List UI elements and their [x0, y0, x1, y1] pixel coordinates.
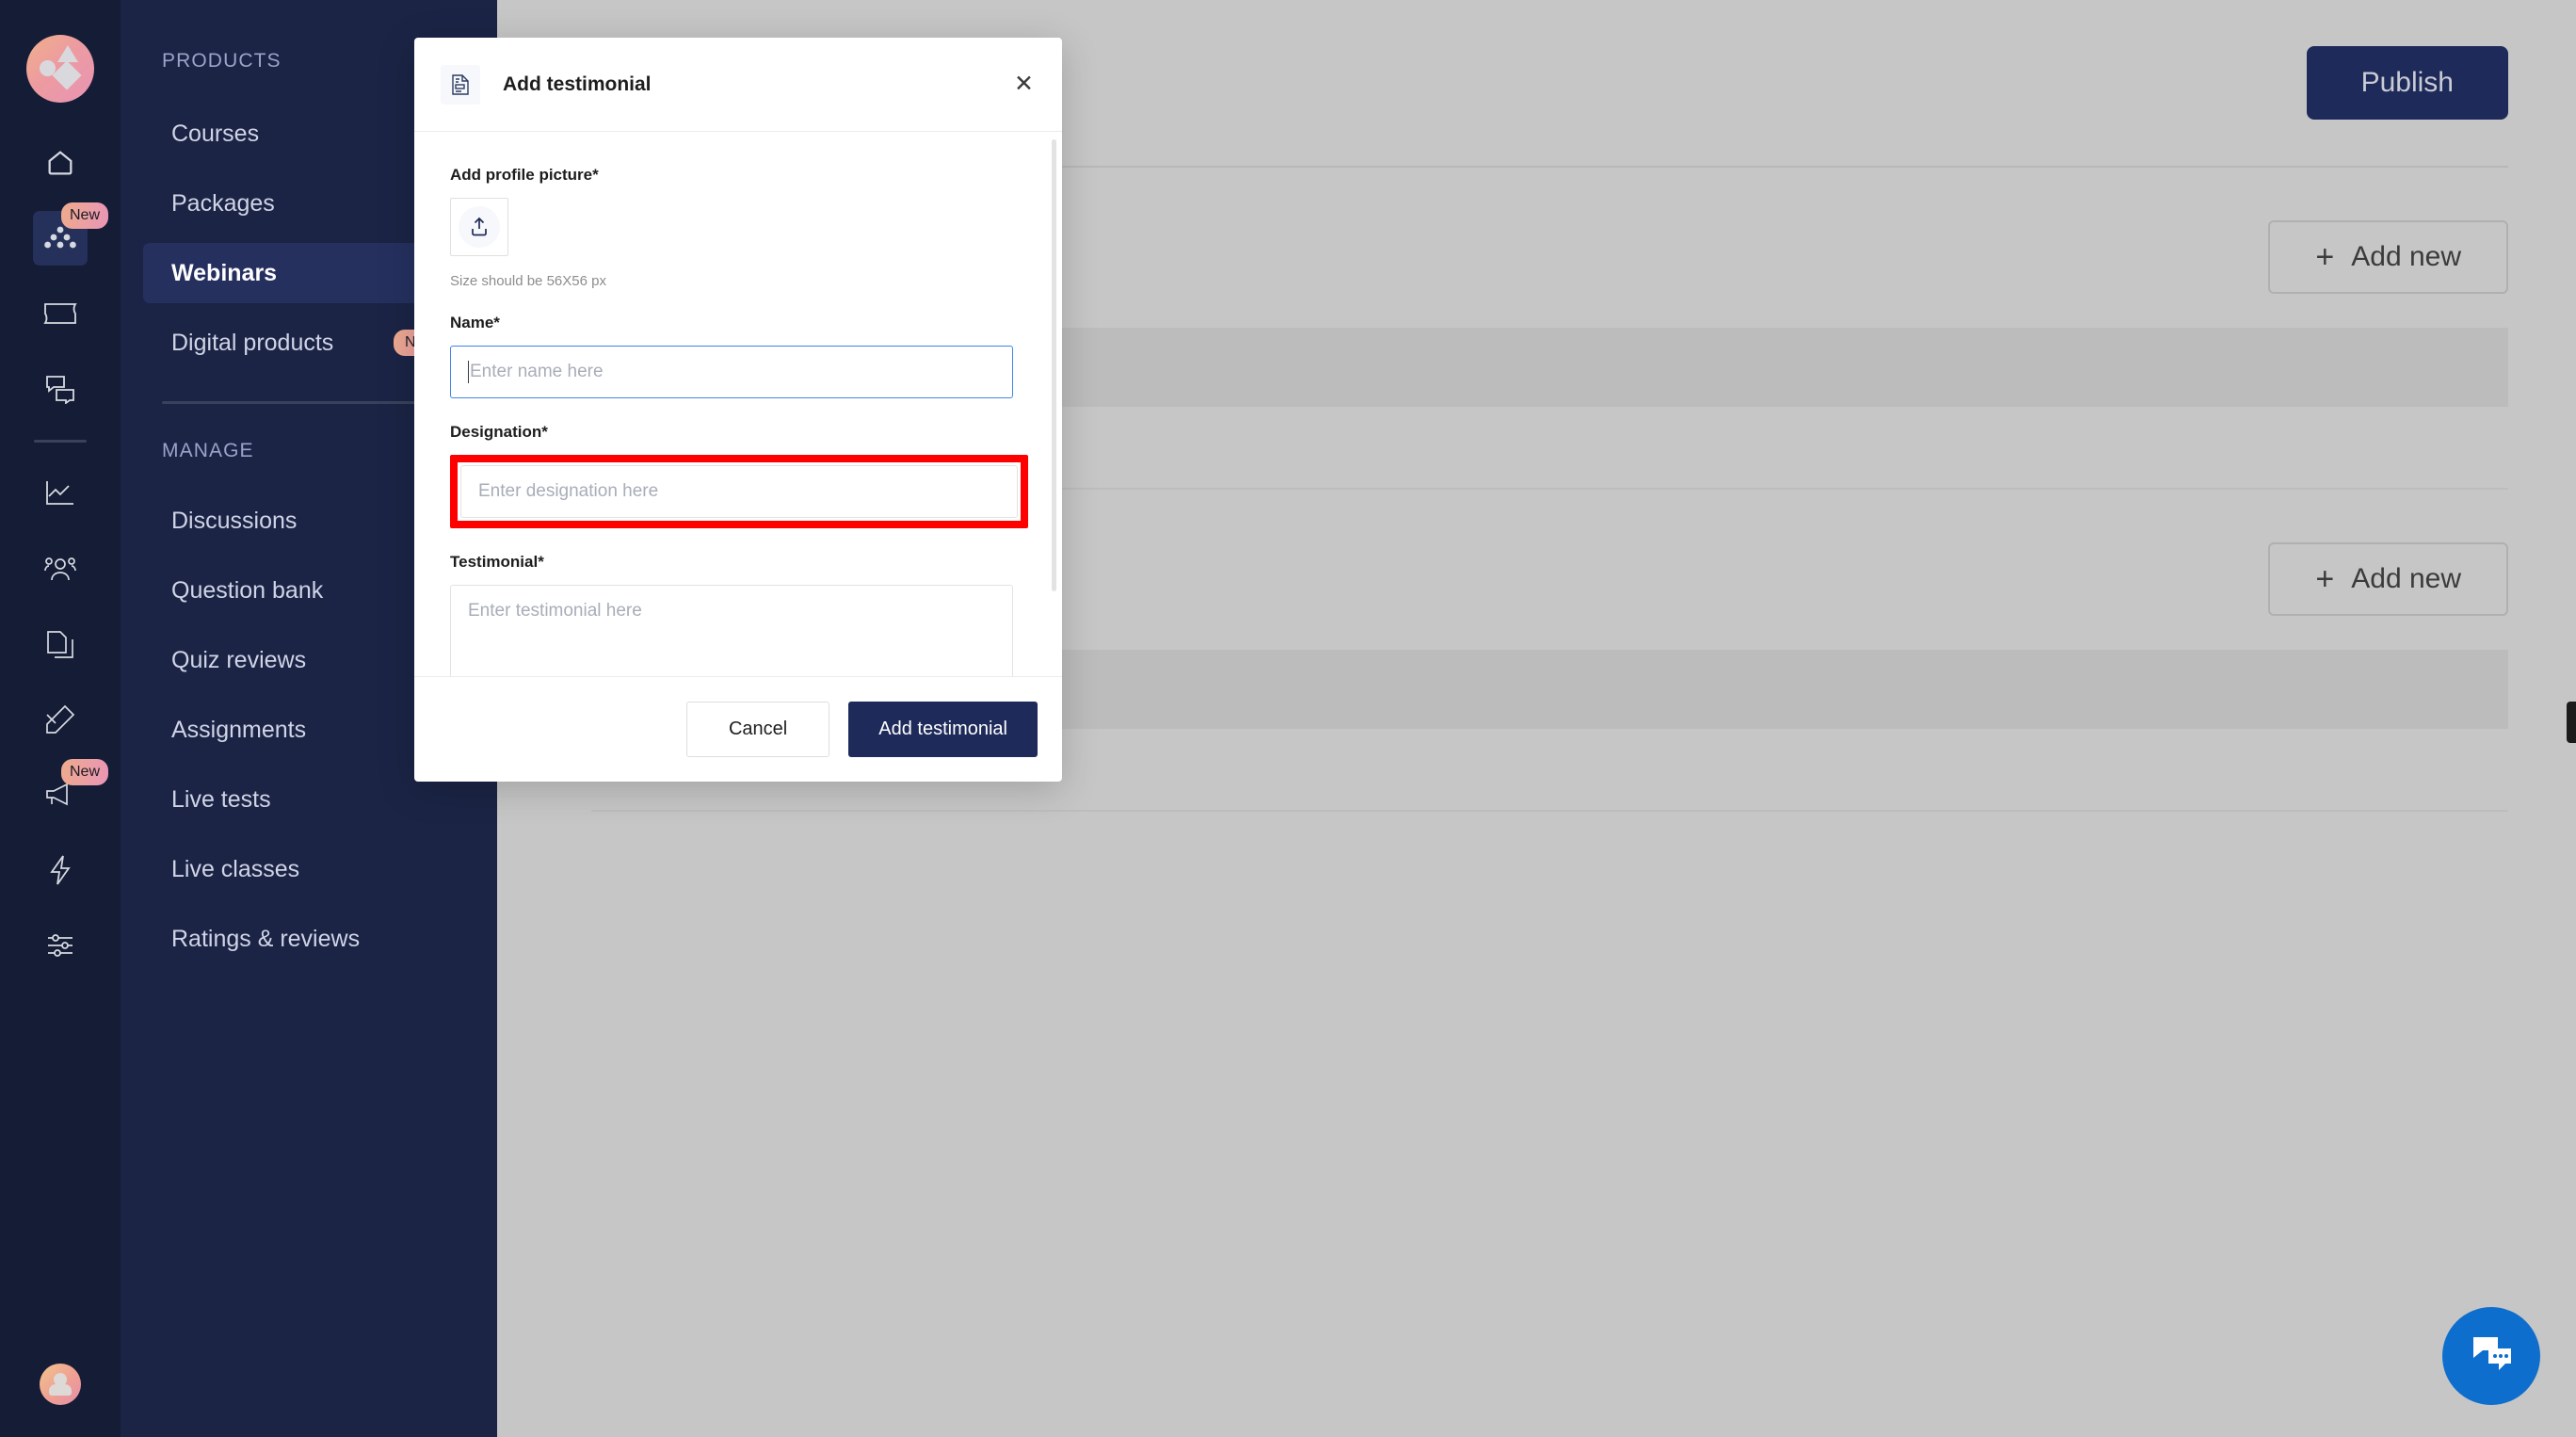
name-label: Name* — [450, 314, 500, 331]
modal-layer: Add testimonial ✕ Add profile picture* S… — [0, 0, 2576, 1437]
designation-label: Designation* — [450, 423, 548, 441]
field-profile-picture: Add profile picture* Size should be 56X5… — [450, 166, 1026, 289]
profile-picture-label: Add profile picture* — [450, 166, 599, 184]
app-root: New New PRODUCTS Courses Packages Webina… — [0, 0, 2576, 1437]
dialog-footer: Cancel Add testimonial — [414, 676, 1062, 782]
field-name: Name* Enter name here — [450, 314, 1026, 398]
testimonial-label: Testimonial* — [450, 553, 544, 571]
testimonial-textarea[interactable]: Enter testimonial here — [450, 585, 1013, 676]
dialog-title: Add testimonial — [503, 73, 652, 95]
designation-input[interactable]: Enter designation here — [460, 465, 1018, 518]
field-designation: Designation* Enter designation here — [450, 423, 1028, 528]
designation-highlight-box: Enter designation here — [450, 455, 1028, 528]
text-caret — [468, 361, 469, 383]
dialog-header: Add testimonial ✕ — [414, 38, 1062, 132]
document-testimonial-icon — [441, 64, 480, 105]
designation-placeholder: Enter designation here — [478, 481, 659, 501]
name-placeholder: Enter name here — [470, 362, 604, 381]
add-testimonial-dialog: Add testimonial ✕ Add profile picture* S… — [414, 38, 1062, 782]
testimonial-placeholder: Enter testimonial here — [468, 601, 642, 621]
add-testimonial-submit-button[interactable]: Add testimonial — [848, 702, 1038, 757]
field-testimonial: Testimonial* Enter testimonial here — [450, 553, 1026, 676]
cancel-button[interactable]: Cancel — [685, 702, 830, 757]
dialog-scrollbar[interactable] — [1052, 139, 1056, 591]
upload-arrow-icon — [459, 206, 500, 248]
dialog-body: Add profile picture* Size should be 56X5… — [414, 132, 1062, 676]
chat-widget-button[interactable] — [2442, 1307, 2540, 1405]
profile-picture-hint: Size should be 56X56 px — [450, 273, 606, 289]
profile-picture-upload-button[interactable] — [450, 198, 508, 256]
name-input[interactable]: Enter name here — [450, 346, 1013, 398]
edge-handle[interactable] — [2567, 702, 2576, 743]
close-icon[interactable]: ✕ — [1014, 73, 1034, 96]
chat-bubbles-icon — [2466, 1332, 2517, 1381]
